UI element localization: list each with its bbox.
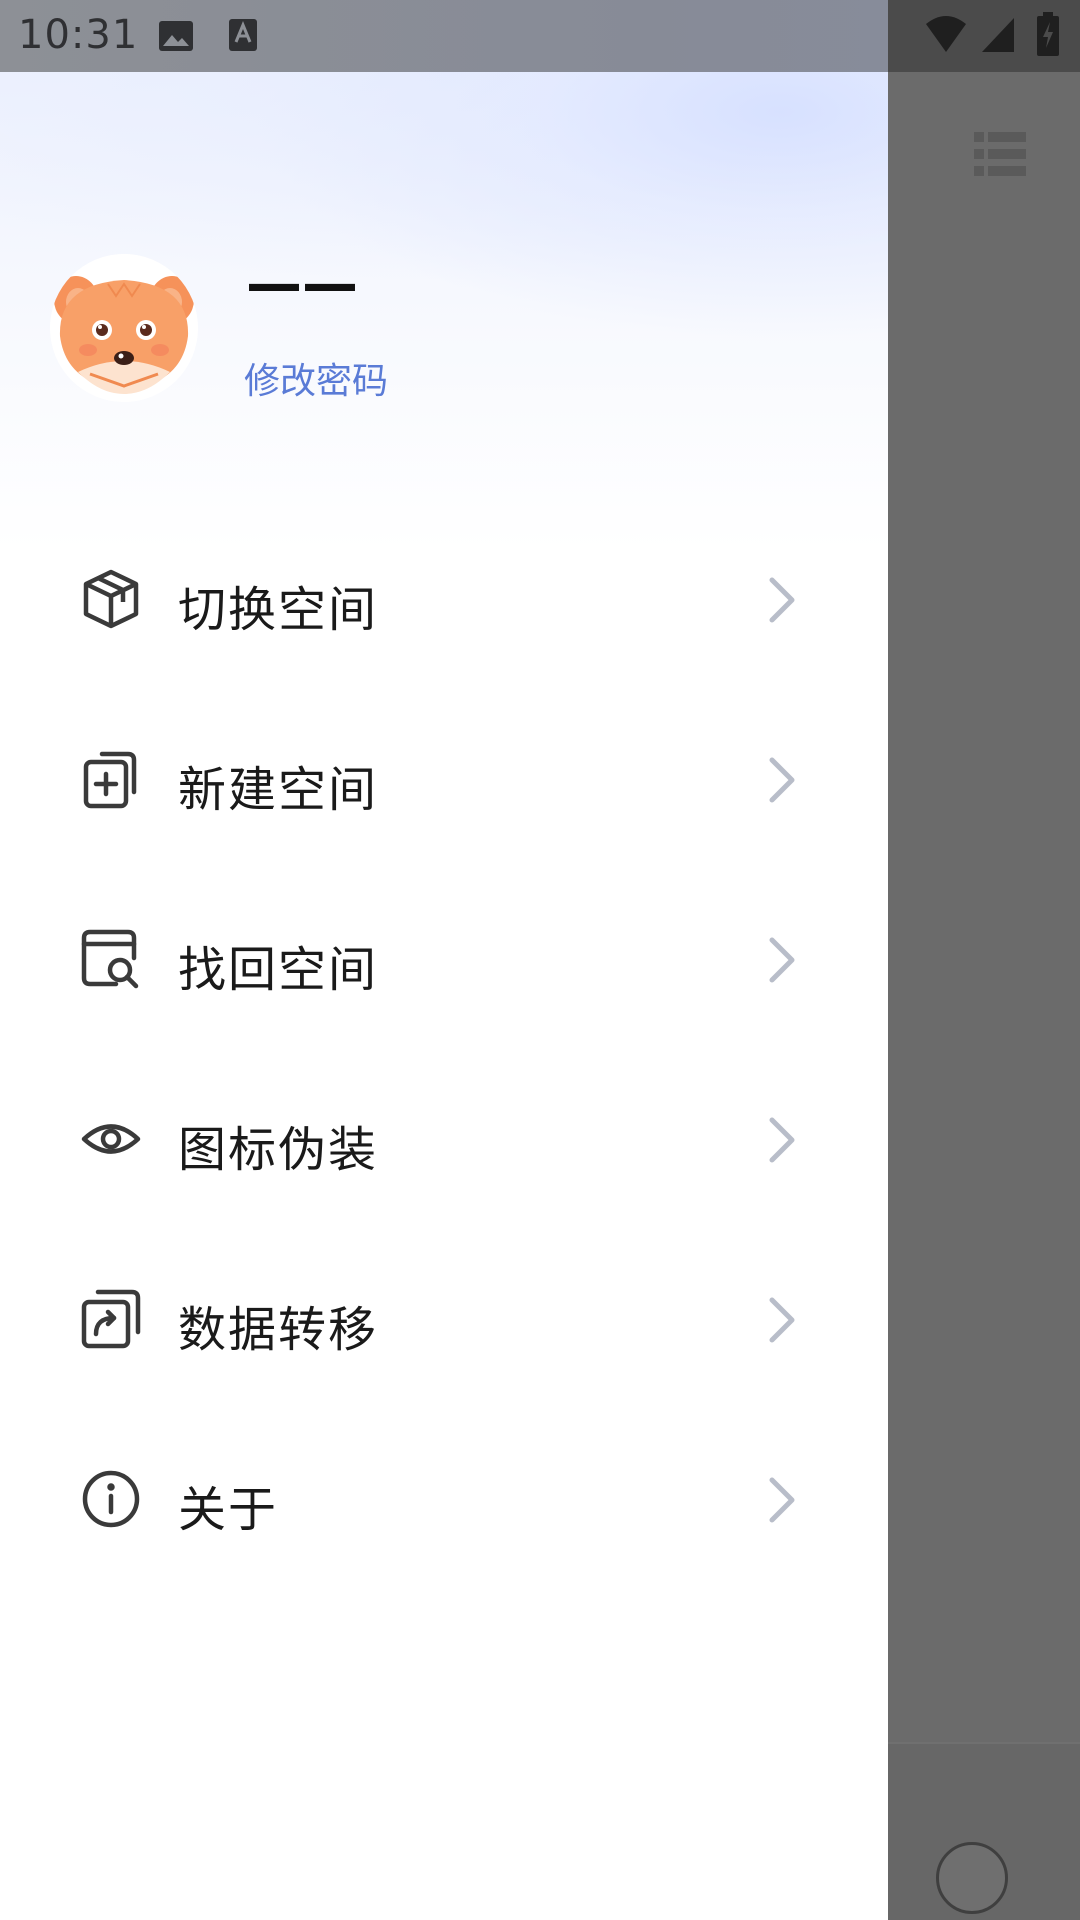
cube-icon [80,568,142,630]
menu-label: 关于 [178,1482,279,1538]
search-window-icon [80,928,142,990]
navigation-drawer: —— 修改密码 切换空间 新建空间 找回空间 图标伪装 数据转移 关于 [0,72,888,1920]
battery-charging-icon [1036,12,1060,60]
image-icon [158,20,194,56]
menu-item-switch-space[interactable]: 切换空间 [0,510,888,690]
menu-item-icon-disguise[interactable]: 图标伪装 [0,1050,888,1230]
menu-label: 新建空间 [178,762,379,818]
menu-item-new-space[interactable]: 新建空间 [0,690,888,870]
bottom-tab-bar: 笔记 [888,1742,1080,1920]
status-time: 10:31 [18,12,139,58]
list-icon[interactable] [974,132,1026,180]
eye-icon [80,1108,142,1170]
user-name: —— [246,252,358,317]
menu-label: 数据转移 [178,1302,379,1358]
menu-item-about[interactable]: 关于 [0,1410,888,1590]
chevron-right-icon [764,576,800,624]
menu-label: 找回空间 [178,942,379,998]
font-icon [228,18,258,56]
bear-avatar-icon[interactable] [50,254,198,402]
notes-tab-icon[interactable] [936,1842,1008,1914]
add-document-icon [80,748,142,810]
status-bar: 10:31 [0,0,1080,72]
drawer-menu: 切换空间 新建空间 找回空间 图标伪装 数据转移 关于 [0,510,888,1590]
chevron-right-icon [764,936,800,984]
chevron-right-icon [764,756,800,804]
chevron-right-icon [764,1476,800,1524]
menu-item-recover-space[interactable]: 找回空间 [0,870,888,1050]
signal-icon [980,16,1016,58]
menu-label: 切换空间 [178,582,379,638]
info-icon [80,1468,142,1530]
chevron-right-icon [764,1116,800,1164]
menu-item-data-transfer[interactable]: 数据转移 [0,1230,888,1410]
chevron-right-icon [764,1296,800,1344]
change-password-link[interactable]: 修改密码 [244,352,388,404]
transfer-icon [80,1288,142,1350]
background-app[interactable]: 笔记 [888,72,1080,1920]
menu-label: 图标伪装 [178,1122,379,1178]
wifi-icon [924,14,968,58]
